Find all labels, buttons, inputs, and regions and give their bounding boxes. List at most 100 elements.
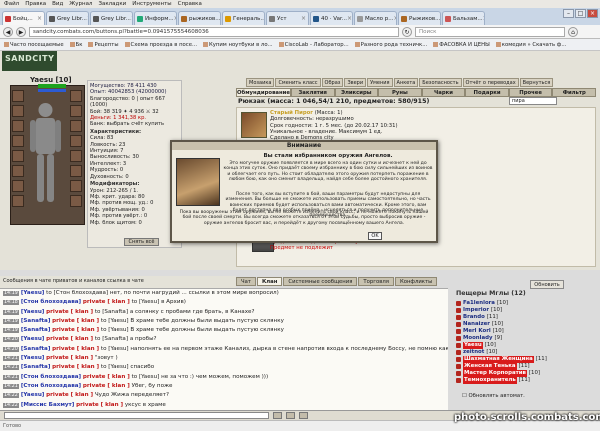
gloves-slot[interactable] [12,195,24,207]
menu-item[interactable]: Справка [178,0,202,8]
player-name[interactable]: Yaesu [10] [30,76,72,84]
room-user[interactable]: Imperior [10] [456,307,596,314]
close-icon[interactable]: × [301,15,306,22]
chat-tab[interactable]: Клан [256,277,283,286]
bookmark-item[interactable]: Часто посещаемые [4,41,64,48]
private-tag[interactable]: private [ klan ] [52,364,99,370]
room-user[interactable]: Мастер Корпоратив [10] [456,370,596,377]
category-tab[interactable]: Чарки [421,88,466,97]
category-tab[interactable]: Эликсиры [334,88,379,97]
chat-author[interactable]: [Yaesu] [21,392,45,398]
user-name[interactable]: Moonlady [463,335,492,342]
belt-slot[interactable] [12,150,24,162]
ok-button[interactable]: OK [368,232,382,240]
toolbar-button[interactable]: Звери [344,78,367,87]
toolbar-button[interactable]: Анкета [393,78,419,87]
back-icon[interactable]: ◀ [3,26,13,37]
chat-author[interactable]: [Yaesu] [21,355,45,361]
room-refresh-button[interactable]: Обновить [530,280,564,289]
chat-time[interactable]: 14:21 [3,383,19,389]
close-icon[interactable]: × [174,15,176,22]
user-name[interactable]: Мастер Корпоратив [463,370,527,377]
forward-icon[interactable]: ▶ [16,26,26,37]
rune-slot[interactable] [70,165,82,177]
chat-author[interactable]: [Sanafta] [21,346,51,352]
room-user[interactable]: Темнохранитель [11] [456,377,596,384]
url-bar[interactable]: sandcity.combats.com/buttons.pl?battle=0… [29,26,399,37]
close-icon[interactable]: × [483,15,484,22]
send-button[interactable] [273,412,282,419]
browser-tab[interactable]: Бальзам...× [442,11,485,25]
browser-tab[interactable]: Grey Libr...× [46,11,89,25]
chat-time[interactable]: 14:19 [3,291,19,296]
boots-slot[interactable] [70,150,82,162]
close-icon[interactable]: × [87,15,88,22]
chat-tab[interactable]: Системные сообщения [283,277,358,286]
browser-tab[interactable]: 40 · Var... × [310,11,353,25]
bracers-slot[interactable] [70,105,82,117]
amulet-slot[interactable] [12,105,24,117]
chat-time[interactable]: 14:19 [3,318,19,324]
chat-author[interactable]: [Стон блохоздава] [21,374,81,380]
private-tag[interactable]: private [ klan ] [83,299,130,305]
chat-author[interactable]: [Sanafta] [21,327,51,333]
room-user[interactable]: Merl Korl [10] [456,328,596,335]
leggings-slot[interactable] [70,135,82,147]
user-name[interactable]: Nanaizer [463,321,490,328]
browser-tab[interactable]: Уст × [266,11,309,25]
private-tag[interactable]: private [ klan ] [83,383,130,389]
chat-log[interactable]: 14:19 [Yaesu] to [Стон блохоздава] нет, п… [0,288,448,410]
home-icon[interactable]: ⌂ [568,26,578,37]
maximize-icon[interactable]: □ [575,9,586,18]
toolbar-button[interactable]: Сменить класс [275,78,321,87]
chat-time[interactable]: 14:22 [3,393,19,399]
user-name[interactable]: Женская Тенька [463,363,517,370]
user-name[interactable]: Fa1lenlora [463,300,495,307]
rune-slot[interactable] [70,180,82,192]
bookmark-item[interactable]: Рецепты [88,41,119,48]
bookmark-item[interactable]: комедия » Скачать ф... [495,41,566,48]
close-icon[interactable]: × [131,15,132,22]
private-tag[interactable]: private [ klan ] [83,374,130,380]
close-icon[interactable]: × [587,9,598,18]
chat-time[interactable]: 14:22 [3,402,19,408]
category-tab[interactable]: Руны [378,88,422,97]
toolbar-button[interactable]: Мозаика [246,78,275,87]
room-user[interactable]: Nanaizer [10] [456,321,596,328]
chat-time[interactable]: 14:20 [3,346,19,352]
room-user[interactable]: Moonlady [9] [456,335,596,342]
category-tab[interactable]: Заклятия [290,88,335,97]
chat-author[interactable]: [Стон блохоздава] [21,383,81,389]
private-tag[interactable]: private [ klan ] [46,355,93,361]
user-name[interactable]: Yaesu [463,342,483,349]
browser-tab[interactable]: Рыжиков...× [398,11,441,25]
toolbar-button[interactable]: Вернуться [519,78,554,87]
chat-author[interactable]: [Sanafta] [21,364,51,370]
helmet-slot[interactable] [12,90,24,102]
private-tag[interactable]: private [ klan ] [46,392,93,398]
chat-author[interactable]: [Yaesu] [21,336,45,342]
smiles-button[interactable] [286,412,295,419]
toolbar-button[interactable]: Отчёт о переводах [462,78,519,87]
close-icon[interactable]: × [347,15,352,22]
menu-item[interactable]: Журнал [69,0,92,8]
private-tag[interactable]: private [ klan ] [52,346,99,352]
bookmark-item[interactable]: Купим ноутбуки в ло... [203,41,273,48]
room-user[interactable]: Шахматная Женщина [11] [456,356,596,363]
auto-refresh-checkbox[interactable]: ☐ Обновлять автомат. [462,393,525,399]
user-name[interactable]: Шахматная Женщина [463,356,534,363]
chat-time[interactable]: 14:18 [3,300,19,306]
private-tag[interactable]: private [ klan ] [52,327,99,333]
user-name[interactable]: Imperior [463,307,489,314]
browser-tab[interactable]: Grey Libr...× [90,11,133,25]
room-user[interactable]: Yaesu [10] [456,342,596,349]
menu-item[interactable]: Правка [25,0,46,8]
browser-tab[interactable]: рыжиков...× [178,11,221,25]
close-icon[interactable]: × [394,15,396,22]
category-tab[interactable]: Прочее [508,88,553,97]
shield-slot[interactable] [70,120,82,132]
bookmark-item[interactable]: Бк [69,41,82,48]
toolbar-button[interactable]: Образ [321,78,344,87]
chat-tab[interactable]: Конфликты [394,277,438,286]
earrings-slot[interactable] [70,90,82,102]
